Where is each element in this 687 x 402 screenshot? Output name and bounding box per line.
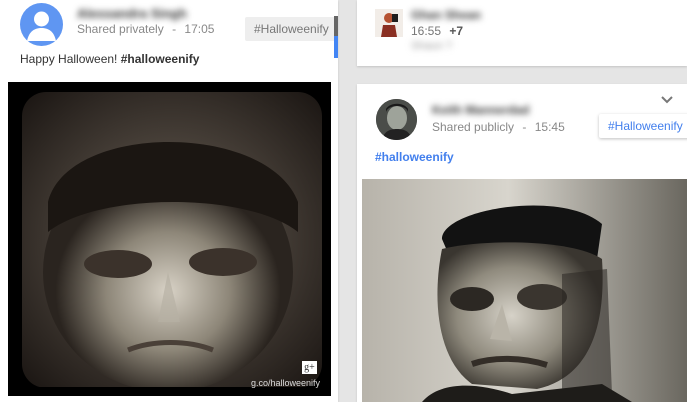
person-photo-icon (381, 13, 398, 37)
post-time[interactable]: 16:55 (411, 24, 441, 38)
meta-separator: - (522, 120, 527, 134)
chevron-down-icon[interactable] (660, 92, 674, 104)
post-time[interactable]: 15:45 (535, 120, 565, 134)
post-time[interactable]: 17:05 (184, 22, 214, 36)
plus-count[interactable]: +7 (449, 24, 463, 38)
caption-hashtag[interactable]: #halloweenify (121, 52, 200, 66)
post-photo[interactable] (362, 179, 687, 402)
author-name[interactable]: Alessandra Singh (77, 6, 187, 21)
hashtag-chip[interactable]: #Halloweenify (599, 114, 687, 138)
post-meta: 16:55 +7 (411, 24, 463, 38)
photo-watermark: g.co/halloweenify (251, 378, 321, 388)
author-avatar[interactable] (376, 99, 417, 140)
post-card-right: Keith Mannerdad Shared publicly - 15:45 … (357, 84, 687, 402)
post-meta: Shared publicly - 15:45 (432, 120, 565, 134)
scroll-indicator-accent (334, 36, 338, 58)
post-photo[interactable]: g+ g.co/halloweenify (8, 82, 331, 396)
author-name[interactable]: Keith Mannerdad (432, 103, 529, 117)
person-icon (27, 11, 56, 41)
post-meta: Shared privately - 17:05 (77, 22, 214, 36)
post-subtext: Shaun ? (411, 40, 452, 52)
gplus-badge: g+ (302, 361, 317, 374)
person-photo-icon (376, 99, 417, 140)
hashtag-chip[interactable]: #Halloweenify (245, 17, 338, 41)
caption-text: Happy Halloween! (20, 52, 121, 66)
zombie-portrait-image (8, 82, 331, 396)
post-card-left: Alessandra Singh Shared privately - 17:0… (0, 0, 338, 402)
zombie-portrait-image (362, 179, 687, 402)
author-avatar[interactable] (375, 9, 403, 37)
post-card-right-top: Ghan Shean 16:55 +7 Shaun ? (357, 0, 687, 66)
visibility-label: Shared publicly (432, 120, 515, 134)
scroll-indicator[interactable] (334, 16, 338, 36)
author-avatar[interactable] (20, 3, 63, 46)
author-name[interactable]: Ghan Shean (411, 8, 481, 22)
caption-hashtag[interactable]: #halloweenify (375, 150, 454, 164)
post-caption: Happy Halloween! #halloweenify (20, 52, 199, 66)
meta-separator: - (172, 22, 177, 36)
visibility-label: Shared privately (77, 22, 164, 36)
